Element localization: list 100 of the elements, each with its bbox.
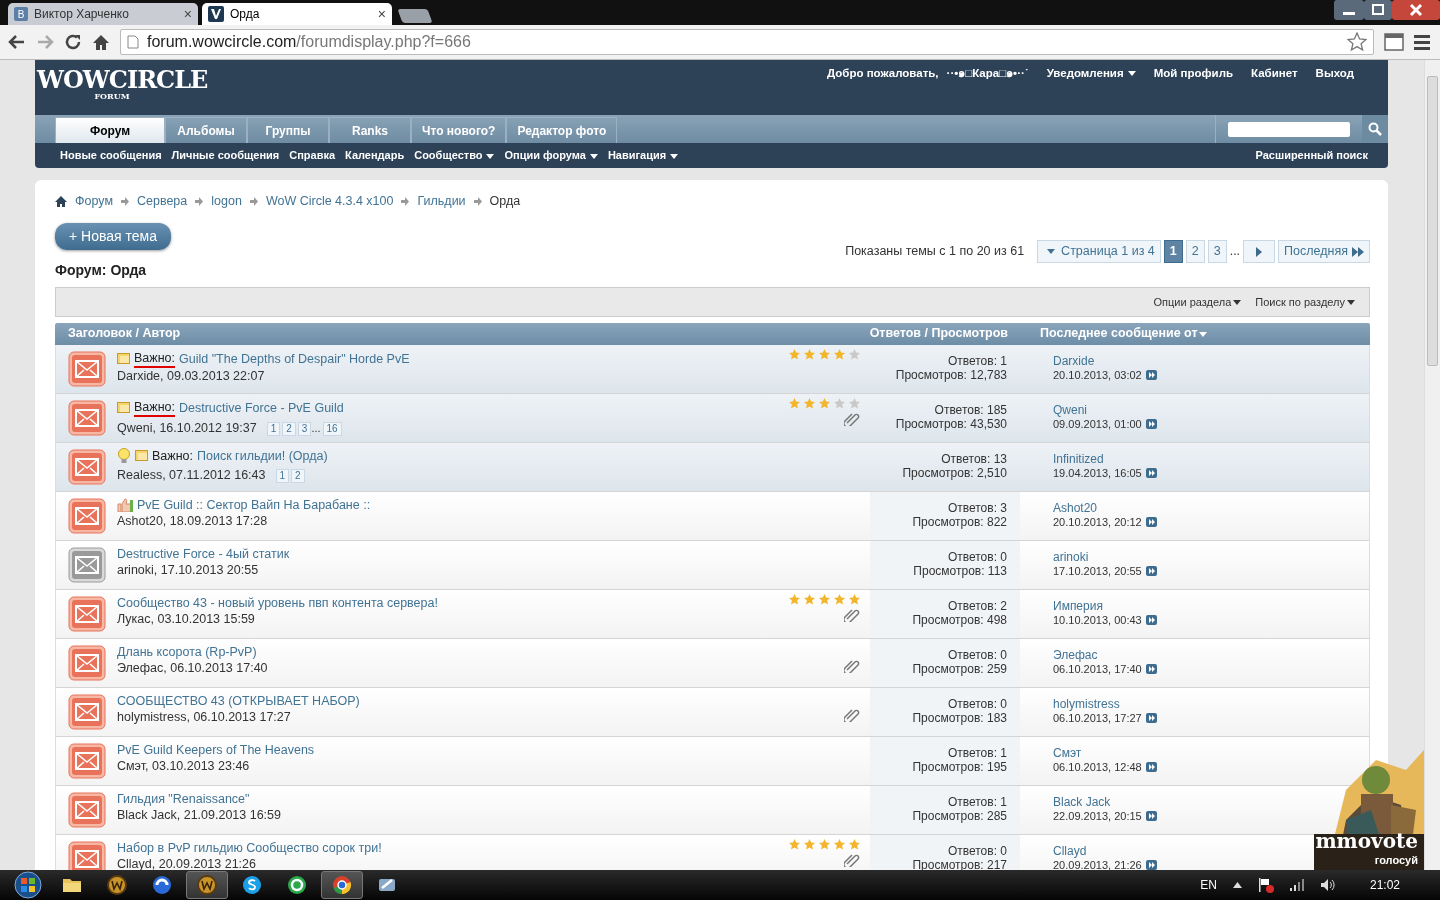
thread-title-link[interactable]: PvE Guild Keepers of The Heavens	[117, 741, 315, 758]
column-header[interactable]: Последнее сообщение от	[1021, 324, 1370, 344]
close-button[interactable]	[1392, 0, 1440, 20]
speaker-icon[interactable]	[1319, 878, 1336, 892]
nav-tab[interactable]: Форум	[55, 117, 165, 143]
page-button[interactable]: 2	[1185, 240, 1205, 263]
last-poster-link[interactable]: Qweni	[1053, 402, 1087, 417]
subnav-link[interactable]: Опции форума	[504, 147, 598, 164]
search-button[interactable]	[1362, 115, 1388, 143]
caret-icon[interactable]	[1127, 71, 1136, 77]
go-to-post-icon[interactable]	[1145, 565, 1157, 576]
last-poster-link[interactable]: holymistress	[1053, 696, 1120, 711]
page-button[interactable]: 1	[1163, 240, 1183, 263]
logo-text[interactable]: WOWCIRCLE	[37, 60, 208, 92]
flag-icon[interactable]	[1257, 877, 1274, 893]
thread-title-link[interactable]: Гильдия "Renaissance"	[117, 790, 250, 807]
subnav-link[interactable]: Личные сообщения	[171, 147, 280, 164]
thread-title-link[interactable]: СООБЩЕСТВО 43 (ОТКРЫВАЕТ НАБОР)	[117, 692, 360, 709]
bookmark-star-icon[interactable]	[1347, 32, 1367, 52]
language-indicator[interactable]: EN	[1200, 876, 1217, 894]
page-link[interactable]: 16	[322, 421, 342, 436]
page-link[interactable]: 2	[291, 468, 305, 483]
toolbar-menu[interactable]: Поиск по разделу	[1255, 293, 1355, 310]
last-poster-link[interactable]: Darxide	[1053, 353, 1095, 368]
toolbar-menu[interactable]: Опции раздела	[1153, 293, 1242, 310]
last-poster-link[interactable]: Империя	[1053, 598, 1103, 613]
caret-icon[interactable]	[589, 153, 598, 159]
username-link[interactable]: ··•๑□Кара□๑•··˙	[946, 65, 1029, 115]
subnav-link[interactable]: Навигация	[607, 147, 679, 164]
go-to-post-icon[interactable]	[1145, 663, 1157, 674]
browser-tab[interactable]: Орда ×	[202, 3, 392, 25]
header-link[interactable]: Выход	[1315, 65, 1354, 115]
subnav-link[interactable]: Справка	[289, 147, 336, 164]
last-poster-link[interactable]: Смэт	[1053, 745, 1082, 760]
maximize-button[interactable]	[1364, 0, 1392, 20]
go-to-post-icon[interactable]	[1145, 614, 1157, 625]
window-icon[interactable]	[1384, 32, 1404, 52]
thread-title-link[interactable]: Длань ксорота (Rp-PvP)	[117, 643, 257, 660]
thread-title-link[interactable]: Guild "The Depths of Despair" Horde PvE	[179, 350, 410, 367]
page-link[interactable]: 3	[297, 421, 312, 436]
scrollbar[interactable]	[1424, 60, 1440, 870]
scroll-thumb[interactable]	[1427, 76, 1438, 366]
taskbar-button[interactable]	[321, 871, 363, 899]
page-menu-button[interactable]: Страница 1 из 4	[1037, 240, 1161, 263]
breadcrumb-link[interactable]: Форум	[75, 192, 113, 211]
signal-icon[interactable]	[1289, 879, 1304, 891]
go-to-post-icon[interactable]	[1145, 418, 1157, 429]
go-to-post-icon[interactable]	[1145, 761, 1157, 772]
go-to-post-icon[interactable]	[1145, 467, 1157, 478]
last-poster-link[interactable]: Infinitized	[1053, 451, 1104, 466]
close-tab-button[interactable]: ×	[183, 3, 192, 25]
thread-title-link[interactable]: Сообщество 43 - новый уровень пвп контента сервера!	[117, 594, 438, 611]
last-poster-link[interactable]: Элефас	[1053, 647, 1098, 662]
reload-icon[interactable]	[64, 33, 82, 51]
new-thread-button[interactable]: + Новая тема	[55, 222, 171, 250]
last-page-button[interactable]: Последняя	[1278, 240, 1370, 263]
go-to-post-icon[interactable]	[1145, 712, 1157, 723]
next-page-button[interactable]	[1243, 240, 1276, 263]
column-header[interactable]: Ответов / Просмотров	[791, 324, 1021, 344]
menu-icon[interactable]	[1414, 34, 1432, 50]
header-link[interactable]: Мой профиль	[1153, 65, 1233, 115]
back-icon[interactable]	[8, 34, 26, 50]
go-to-post-icon[interactable]	[1145, 810, 1157, 821]
double-arrow-icon[interactable]	[1352, 246, 1364, 257]
minimize-button[interactable]	[1334, 0, 1364, 20]
thread-title-link[interactable]: Destructive Force - PvE Guild	[179, 399, 344, 416]
column-header[interactable]: Заголовок / Автор	[55, 324, 791, 344]
page-link[interactable]: 1	[266, 421, 281, 436]
go-to-post-icon[interactable]	[1145, 516, 1157, 527]
breadcrumb-link[interactable]: Гильдии	[417, 192, 466, 211]
thread-title-link[interactable]: Destructive Force - 4ый статик	[117, 545, 290, 562]
caret-icon[interactable]	[486, 153, 495, 159]
breadcrumb-link[interactable]: logon	[211, 192, 242, 211]
advanced-search-link[interactable]: Расширенный поиск	[1255, 147, 1368, 164]
header-link[interactable]: Кабинет	[1251, 65, 1298, 115]
page-link[interactable]: 2	[282, 421, 296, 436]
home-icon[interactable]	[55, 195, 67, 207]
browser-tab[interactable]: В Виктор Харченко ×	[8, 3, 198, 25]
subnav-link[interactable]: Календарь	[345, 147, 405, 164]
up-arrow-icon[interactable]	[1232, 882, 1242, 888]
search-field[interactable]	[1228, 121, 1350, 137]
last-poster-link[interactable]: Black Jack	[1053, 794, 1111, 809]
go-to-post-icon[interactable]	[1145, 859, 1157, 870]
search-icon[interactable]	[1368, 122, 1382, 136]
breadcrumb-link[interactable]: WoW Circle 4.3.4 x100	[265, 192, 394, 211]
subnav-link[interactable]: Новые сообщения	[60, 147, 162, 164]
caret-icon[interactable]	[670, 153, 679, 159]
last-poster-link[interactable]: arinoki	[1053, 549, 1089, 564]
header-link[interactable]: Уведомления	[1046, 65, 1136, 115]
last-poster-link[interactable]: Cllayd	[1053, 843, 1087, 858]
breadcrumb-link[interactable]: Сервера	[137, 192, 188, 211]
address-bar[interactable]: forum.wowcircle.com/forumdisplay.php?f=666	[120, 29, 1374, 55]
thread-title-link[interactable]: Набор в PvP гильдию Сообщество сорок три!	[117, 839, 382, 856]
thread-title-link[interactable]: Поиск гильдии! (Орда)	[197, 447, 328, 464]
home-icon[interactable]	[92, 33, 110, 51]
last-poster-link[interactable]: Ashot20	[1053, 500, 1098, 515]
close-tab-button[interactable]: ×	[377, 3, 386, 25]
thread-title-link[interactable]: PvE Guild :: Сектор Вайп На Барабане ::	[137, 496, 371, 513]
page-link[interactable]: 1	[275, 468, 290, 483]
next-arrow-icon[interactable]	[1255, 246, 1264, 257]
